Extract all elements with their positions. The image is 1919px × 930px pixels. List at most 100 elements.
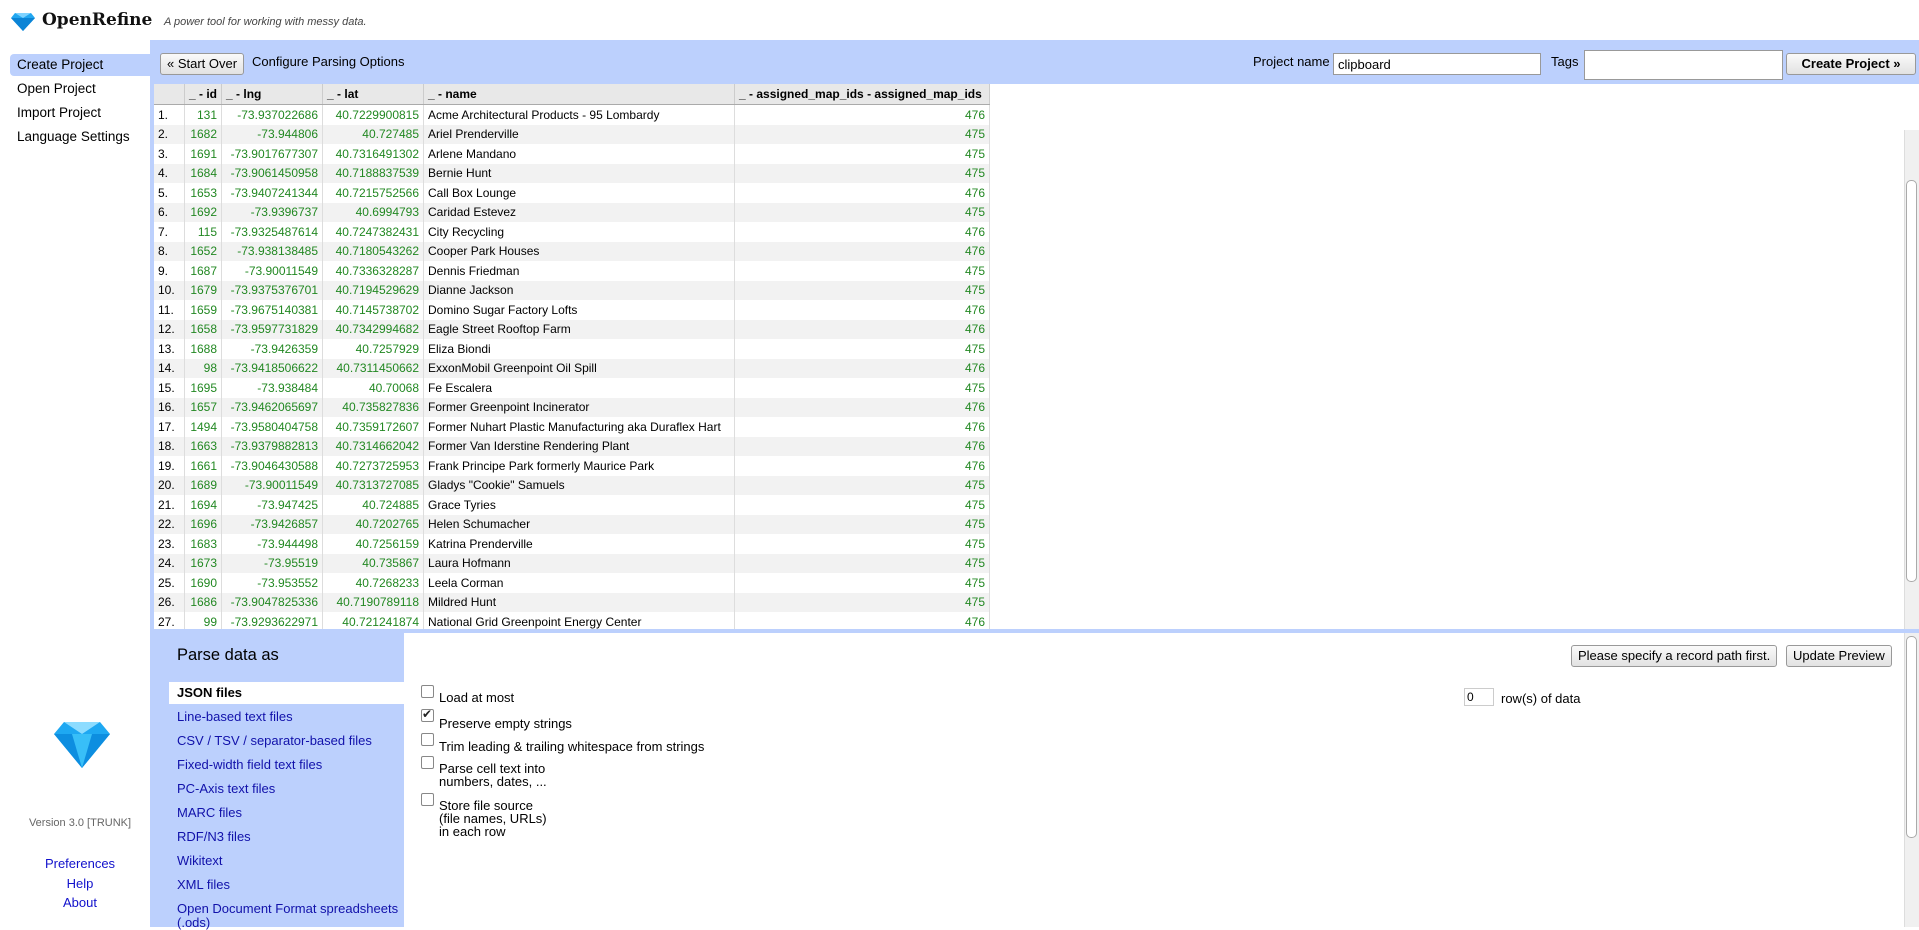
- table-row: 25. 1690 -73.953552 40.7268233 Leela Corman 4…: [154, 573, 991, 593]
- preview-scrollbar[interactable]: [1904, 130, 1919, 629]
- preserve-empty-strings-label: Preserve empty strings: [439, 716, 572, 731]
- lat-cell: 40.724885: [322, 495, 425, 515]
- format-line-based[interactable]: Line-based text files: [169, 706, 404, 728]
- trim-whitespace-checkbox[interactable]: [421, 733, 434, 746]
- format-marc[interactable]: MARC files: [169, 802, 404, 824]
- lng-cell: -73.9407241344: [221, 183, 324, 203]
- name-cell: Caridad Estevez: [423, 202, 736, 222]
- preserve-empty-strings-checkbox[interactable]: [421, 707, 434, 722]
- load-at-most-label: Load at most: [439, 690, 515, 705]
- assigned-map-ids-cell: 475: [734, 339, 991, 359]
- row-number-cell: 24.: [154, 553, 185, 573]
- name-cell: Former Greenpoint Incinerator: [423, 397, 736, 417]
- row-number-cell: 20.: [154, 475, 185, 495]
- tags-input[interactable]: [1584, 50, 1783, 80]
- lng-cell: -73.95519: [221, 553, 324, 573]
- table-row: 7. 115 -73.9325487614 40.7247382431 City Rec…: [154, 222, 991, 242]
- format-ods[interactable]: Open Document Format spreadsheets (.ods): [169, 898, 404, 930]
- column-header-lng[interactable]: _ - lng: [221, 84, 324, 105]
- lat-cell: 40.7202765: [322, 514, 425, 534]
- table-row: 11. 1659 -73.9675140381 40.7145738702 Domino…: [154, 300, 991, 320]
- lng-cell: -73.947425: [221, 495, 324, 515]
- table-row: 16. 1657 -73.9462065697 40.735827836 Former …: [154, 397, 991, 417]
- project-name-input[interactable]: [1333, 53, 1541, 75]
- column-header-id[interactable]: _ - id: [184, 84, 223, 105]
- format-xml[interactable]: XML files: [169, 874, 404, 896]
- name-cell: Ariel Prenderville: [423, 124, 736, 144]
- about-link[interactable]: About: [0, 895, 160, 910]
- format-rdf-n3[interactable]: RDF/N3 files: [169, 826, 404, 848]
- nav-language-settings[interactable]: Language Settings: [10, 126, 150, 148]
- format-csv-tsv[interactable]: CSV / TSV / separator-based files: [169, 730, 404, 752]
- name-cell: Bernie Hunt: [423, 163, 736, 183]
- row-number-cell: 3.: [154, 144, 185, 164]
- assigned-map-ids-cell: 475: [734, 495, 991, 515]
- data-preview-pane: _ - id _ - lng _ - lat _ - name _ - assi…: [154, 84, 1919, 629]
- load-at-most-checkbox[interactable]: [421, 685, 434, 698]
- id-cell: 1694: [184, 495, 223, 515]
- id-cell: 131: [184, 104, 223, 125]
- table-row: 9. 1687 -73.90011549 40.7336328287 Dennis Fr…: [154, 261, 991, 281]
- store-file-source-label-line3: in each row: [439, 824, 506, 839]
- format-json[interactable]: JSON files: [169, 682, 404, 704]
- table-header-row: _ - id _ - lng _ - lat _ - name _ - assi…: [154, 84, 991, 105]
- app-tagline: A power tool for working with messy data…: [164, 16, 367, 28]
- lat-cell: 40.7215752566: [322, 183, 425, 203]
- create-project-button[interactable]: Create Project »: [1786, 53, 1916, 75]
- format-list-panel: Parse data as JSON files Line-based text…: [154, 633, 404, 930]
- app-name[interactable]: OpenRefine: [42, 10, 152, 30]
- lng-cell: -73.9061450958: [221, 163, 324, 183]
- format-wikitext[interactable]: Wikitext: [169, 850, 404, 872]
- id-cell: 1692: [184, 202, 223, 222]
- row-number-cell: 19.: [154, 456, 185, 476]
- name-cell: Eagle Street Rooftop Farm: [423, 319, 736, 339]
- row-number-cell: 4.: [154, 163, 185, 183]
- row-number-cell: 23.: [154, 534, 185, 554]
- start-over-button[interactable]: « Start Over: [160, 53, 245, 75]
- trim-whitespace-label: Trim leading & trailing whitespace from …: [439, 739, 705, 754]
- assigned-map-ids-cell: 476: [734, 358, 991, 378]
- name-cell: Eliza Biondi: [423, 339, 736, 359]
- update-preview-button[interactable]: Update Preview: [1786, 645, 1892, 667]
- column-header-assigned-map-ids[interactable]: _ - assigned_map_ids - assigned_map_ids: [734, 84, 991, 105]
- format-fixed-width[interactable]: Fixed-width field text files: [169, 754, 404, 776]
- lng-cell: -73.9379882813: [221, 436, 324, 456]
- nav-open-project[interactable]: Open Project: [10, 78, 150, 100]
- row-number-cell: 8.: [154, 241, 185, 261]
- format-pc-axis[interactable]: PC-Axis text files: [169, 778, 404, 800]
- row-limit-input[interactable]: [1464, 688, 1494, 706]
- id-cell: 1494: [184, 417, 223, 437]
- lng-cell: -73.9675140381: [221, 300, 324, 320]
- openrefine-logo-icon[interactable]: [11, 13, 35, 31]
- help-link[interactable]: Help: [0, 876, 160, 891]
- assigned-map-ids-cell: 475: [734, 553, 991, 573]
- id-cell: 1659: [184, 300, 223, 320]
- assigned-map-ids-cell: 475: [734, 378, 991, 398]
- store-file-source-checkbox[interactable]: [421, 793, 434, 806]
- nav-create-project[interactable]: Create Project: [10, 54, 150, 76]
- id-cell: 99: [184, 612, 223, 629]
- table-row: 24. 1673 -73.95519 40.735867 Laura Hofmann 47…: [154, 553, 991, 573]
- assigned-map-ids-cell: 476: [734, 612, 991, 629]
- row-number-cell: 6.: [154, 202, 185, 222]
- lat-cell: 40.7190789118: [322, 592, 425, 612]
- preview-scrollbar-thumb[interactable]: [1906, 180, 1917, 582]
- preferences-link[interactable]: Preferences: [0, 856, 160, 871]
- assigned-map-ids-cell: 476: [734, 104, 991, 125]
- parse-cell-text-checkbox[interactable]: [421, 756, 434, 769]
- column-header-lat[interactable]: _ - lat: [322, 84, 425, 105]
- table-row: 27. 99 -73.9293622971 40.721241874 National …: [154, 612, 991, 629]
- options-scrollbar-thumb[interactable]: [1906, 636, 1917, 838]
- configure-parsing-title: Configure Parsing Options: [252, 54, 405, 69]
- column-header-name[interactable]: _ - name: [423, 84, 736, 105]
- lng-cell: -73.9426359: [221, 339, 324, 359]
- record-path-button[interactable]: Please specify a record path first.: [1571, 645, 1778, 667]
- row-number-cell: 7.: [154, 222, 185, 242]
- nav-import-project[interactable]: Import Project: [10, 102, 150, 124]
- name-cell: Former Van Iderstine Rendering Plant: [423, 436, 736, 456]
- name-cell: Former Nuhart Plastic Manufacturing aka …: [423, 417, 736, 437]
- parsing-options-pane: Parse data as JSON files Line-based text…: [154, 633, 1919, 930]
- row-number-cell: 14.: [154, 358, 185, 378]
- options-scrollbar[interactable]: [1904, 633, 1919, 927]
- row-number-cell: 1.: [154, 104, 185, 125]
